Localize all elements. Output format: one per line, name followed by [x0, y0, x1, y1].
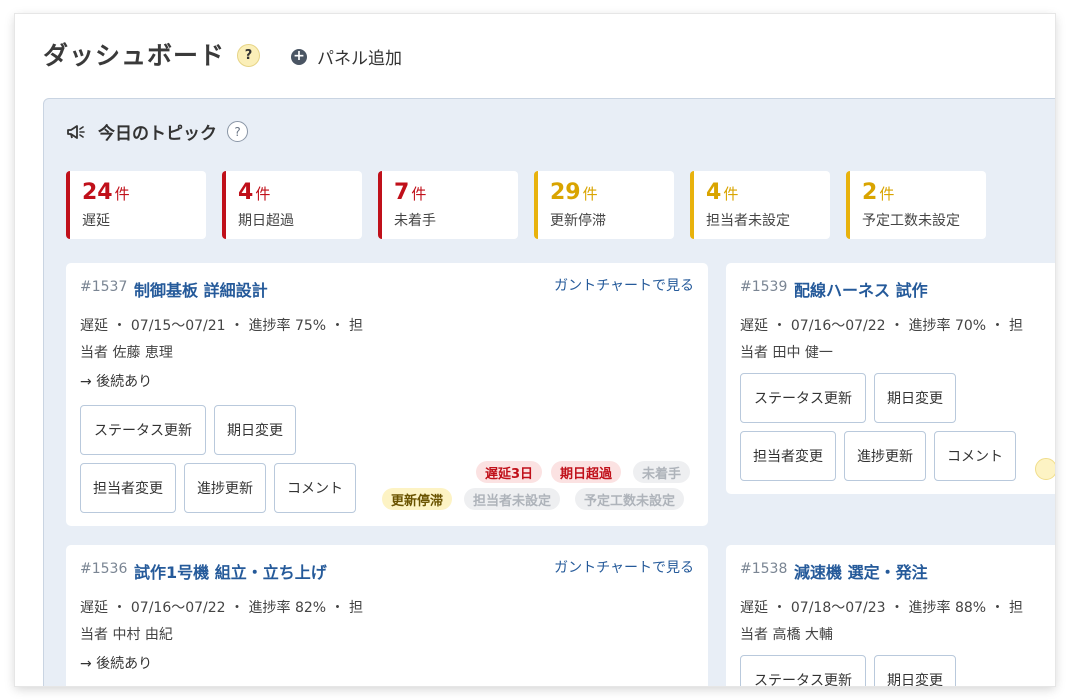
- tag-no-estimate: 予定工数未設定: [575, 488, 685, 510]
- tag-delay-days: 遅延3日: [476, 461, 543, 483]
- gantt-link[interactable]: ガントチャートで見る: [554, 275, 694, 295]
- stat-count: 4件: [238, 180, 271, 205]
- tag-no-assignee: 担当者未設定: [464, 488, 561, 510]
- stat-label: 予定工数未設定: [862, 213, 960, 229]
- status-update-button[interactable]: ステータス更新: [740, 373, 866, 423]
- task-id: #1538: [740, 561, 788, 577]
- task-meta-line: 当者 田中 健一: [740, 345, 833, 361]
- page-header: ダッシュボード ? + パネル追加: [15, 14, 1055, 94]
- stat-no-assignee[interactable]: 4件 担当者未設定: [690, 171, 830, 239]
- task-card-1537: #1537 制御基板 詳細設計 ガントチャートで見る 遅延 ・ 07/15〜07…: [66, 263, 708, 526]
- tag-overdue: 期日超過: [551, 461, 622, 483]
- stat-count: 2件: [862, 180, 895, 205]
- panel-help-icon[interactable]: ?: [227, 121, 248, 142]
- plus-circle-icon: +: [291, 48, 307, 65]
- progress-update-button[interactable]: 進捗更新: [184, 463, 266, 513]
- task-meta: 遅延 ・ 07/16〜07/22 ・ 進捗率 82% ・ 担 当者 中村 由紀: [80, 595, 363, 649]
- successor-note: → 後続あり: [80, 374, 153, 390]
- stat-count: 29 件: [550, 180, 598, 205]
- comment-button[interactable]: コメント: [274, 463, 356, 513]
- stat-label: 期日超過: [238, 213, 294, 229]
- task-meta-line: 遅延 ・ 07/16〜07/22 ・ 進捗率 82% ・ 担: [80, 600, 363, 616]
- task-meta-line: 遅延 ・ 07/16〜07/22 ・ 進捗率 70% ・ 担: [740, 318, 1023, 334]
- stats-row: 24 件 遅延 4件 期日超過 7件 未着手 29 件 更新停滞 4件 担当者未設定…: [66, 171, 1002, 239]
- app-window: ダッシュボード ? + パネル追加 今日のトピック ? 24 件 遅延 4件 期日…: [15, 14, 1055, 686]
- stat-stalled[interactable]: 29 件 更新停滞: [534, 171, 674, 239]
- panel-title: 今日のトピック: [98, 124, 217, 144]
- stat-count: 7件: [394, 180, 427, 205]
- due-date-change-button[interactable]: 期日変更: [874, 655, 956, 686]
- task-title[interactable]: 試作1号機 組立・立ち上げ: [134, 559, 327, 583]
- stat-delay[interactable]: 24 件 遅延: [66, 171, 206, 239]
- topics-panel: 今日のトピック ? 24 件 遅延 4件 期日超過 7件 未着手 29 件 更新停滞…: [43, 98, 1055, 686]
- stat-no-estimate[interactable]: 2件 予定工数未設定: [846, 171, 986, 239]
- stat-not-started[interactable]: 7件 未着手: [378, 171, 518, 239]
- task-meta-line: 当者 高橋 大輔: [740, 627, 833, 643]
- add-panel-button[interactable]: + パネル追加: [291, 44, 402, 69]
- task-meta-line: 遅延 ・ 07/15〜07/21 ・ 進捗率 75% ・ 担: [80, 318, 363, 334]
- task-meta: 遅延 ・ 07/15〜07/21 ・ 進捗率 75% ・ 担 当者 佐藤 恵理: [80, 313, 363, 367]
- gantt-link[interactable]: ガントチャートで見る: [554, 557, 694, 577]
- add-panel-label: パネル追加: [317, 49, 402, 69]
- task-meta-line: 当者 佐藤 恵理: [80, 345, 173, 361]
- task-meta-line: 遅延 ・ 07/18〜07/23 ・ 進捗率 88% ・ 担: [740, 600, 1023, 616]
- assignee-change-button[interactable]: 担当者変更: [740, 431, 836, 481]
- stat-label: 遅延: [82, 213, 110, 229]
- stat-label: 更新停滞: [550, 213, 606, 229]
- task-id: #1539: [740, 279, 788, 295]
- panel-header: 今日のトピック ?: [66, 119, 248, 144]
- due-date-change-button[interactable]: 期日変更: [874, 373, 956, 423]
- task-id: #1536: [80, 561, 128, 577]
- task-title[interactable]: 配線ハーネス 試作: [794, 277, 928, 301]
- task-meta-line: 当者 中村 由紀: [80, 627, 173, 643]
- status-update-button[interactable]: ステータス更新: [740, 655, 866, 686]
- due-date-change-button[interactable]: 期日変更: [214, 405, 296, 455]
- task-title[interactable]: 減速機 選定・発注: [794, 559, 928, 583]
- clipped-tag: [1035, 458, 1055, 480]
- task-title[interactable]: 制御基板 詳細設計: [134, 277, 268, 301]
- stat-label: 担当者未設定: [706, 213, 790, 229]
- comment-button[interactable]: コメント: [934, 431, 1016, 481]
- task-card-1539: #1539 配線ハーネス 試作 遅延 ・ 07/16〜07/22 ・ 進捗率 7…: [726, 263, 1055, 494]
- status-update-button[interactable]: ステータス更新: [80, 405, 206, 455]
- stat-label: 未着手: [394, 213, 436, 229]
- tag-not-started: 未着手: [633, 461, 691, 483]
- task-card-1538: #1538 減速機 選定・発注 遅延 ・ 07/18〜07/23 ・ 進捗率 8…: [726, 545, 1055, 686]
- progress-update-button[interactable]: 進捗更新: [844, 431, 926, 481]
- task-meta: 遅延 ・ 07/18〜07/23 ・ 進捗率 88% ・ 担 当者 高橋 大輔: [740, 595, 1023, 649]
- successor-note: → 後続あり: [80, 656, 153, 672]
- megaphone-icon: [67, 124, 85, 139]
- task-meta: 遅延 ・ 07/16〜07/22 ・ 進捗率 70% ・ 担 当者 田中 健一: [740, 313, 1023, 367]
- stat-count: 24 件: [82, 180, 130, 205]
- task-card-1536: #1536 試作1号機 組立・立ち上げ ガントチャートで見る 遅延 ・ 07/1…: [66, 545, 708, 686]
- tag-stalled: 更新停滞: [382, 488, 453, 510]
- assignee-change-button[interactable]: 担当者変更: [80, 463, 176, 513]
- help-icon[interactable]: ?: [237, 44, 260, 67]
- stat-overdue[interactable]: 4件 期日超過: [222, 171, 362, 239]
- task-id: #1537: [80, 279, 128, 295]
- page-title: ダッシュボード: [43, 41, 226, 70]
- stat-count: 4件: [706, 180, 739, 205]
